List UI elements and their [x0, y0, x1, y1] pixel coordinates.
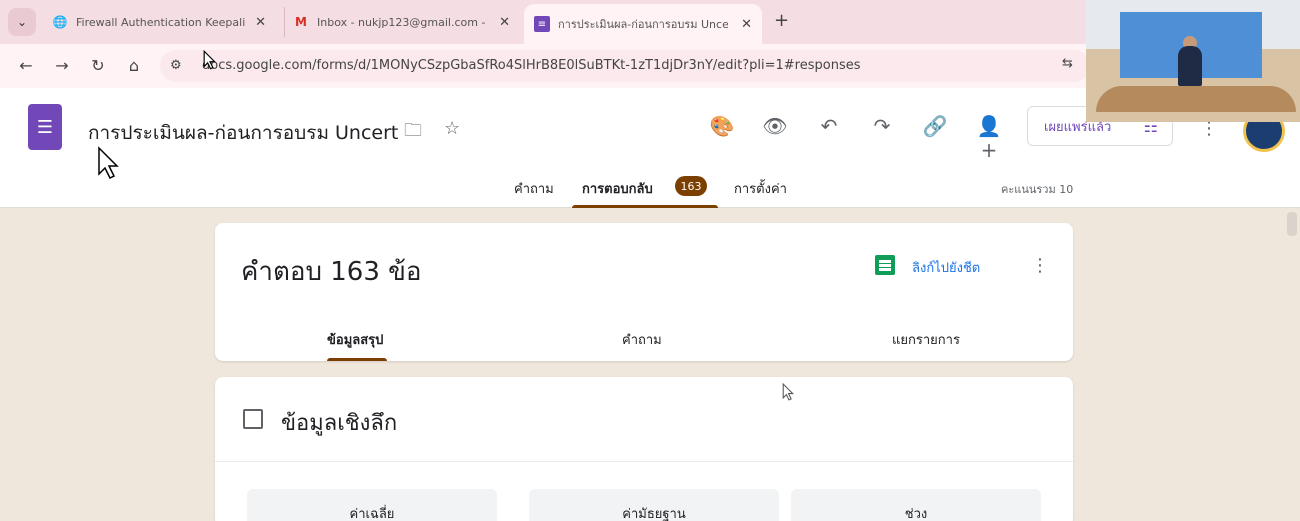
browser-tab-firewall[interactable]: 🌐 Firewall Authentication Keepali ✕ [44, 7, 276, 37]
tab-responses[interactable]: การตอบกลับ [582, 178, 653, 199]
link-to-sheets-button[interactable]: ลิงก์ไปยังชีต [912, 257, 980, 278]
add-collaborator-icon[interactable]: 👤+ [975, 114, 1003, 162]
translate-icon[interactable]: ⇆ [1062, 56, 1073, 71]
back-icon[interactable]: ← [16, 56, 36, 75]
responses-card: คำตอบ 163 ข้อ ลิงก์ไปยังชีต ⋮ ข้อมูลสรุป… [215, 223, 1073, 361]
address-bar[interactable]: ⚙ docs.google.com/forms/d/1MONyCSzpGbaSf… [160, 50, 1090, 82]
close-tab-icon[interactable]: ✕ [255, 15, 266, 30]
more-options-icon[interactable]: ⋮ [1031, 255, 1049, 276]
tab-title: Firewall Authentication Keepali [76, 15, 246, 29]
insights-card: ข้อมูลเชิงลึก ค่าเฉลี่ย ค่ามัธยฐาน ช่วง [215, 377, 1073, 521]
insights-chart-icon [243, 409, 263, 429]
browser-tab-inbox[interactable]: M Inbox - nukjp123@gmail.com - ✕ [284, 7, 520, 37]
active-subtab-indicator [327, 358, 387, 361]
folder-icon[interactable]: 🗀 [404, 118, 422, 148]
star-icon[interactable]: ☆ [444, 118, 460, 139]
stat-average: ค่าเฉลี่ย [247, 489, 497, 521]
forms-logo-icon[interactable]: ☰ [28, 104, 62, 150]
video-call-overlay [1086, 0, 1300, 122]
total-points: คะแนนรวม 10 [1001, 183, 1074, 196]
globe-icon: 🌐 [52, 15, 68, 29]
preview-eye-icon[interactable]: 👁 [761, 114, 789, 138]
forward-icon[interactable]: → [52, 56, 72, 75]
close-tab-icon[interactable]: ✕ [741, 17, 752, 32]
palette-icon[interactable]: 🎨 [708, 114, 736, 138]
tab-settings[interactable]: การตั้งค่า [734, 178, 787, 199]
form-title[interactable]: การประเมินผล-ก่อนการอบรม Uncerta [88, 118, 398, 148]
gmail-icon: M [295, 15, 307, 29]
insights-title: ข้อมูลเชิงลึก [281, 411, 398, 436]
url-text[interactable]: docs.google.com/forms/d/1MONyCSzpGbaSfRo… [202, 58, 861, 73]
active-tab-indicator [572, 205, 718, 208]
response-count-badge: 163 [675, 176, 707, 196]
sheets-icon[interactable] [875, 255, 895, 275]
browser-tab-forms[interactable]: ≡ การประเมินผล-ก่อนการอบรม Uncer ✕ [524, 4, 762, 44]
tab-questions[interactable]: คำถาม [514, 178, 554, 199]
tab-title: การประเมินผล-ก่อนการอบรม Uncer [558, 18, 728, 31]
conference-desk-image [1096, 86, 1296, 112]
link-icon[interactable]: 🔗 [921, 114, 949, 138]
subtab-individual[interactable]: แยกรายการ [892, 329, 960, 350]
close-tab-icon[interactable]: ✕ [499, 15, 510, 30]
responses-title: คำตอบ 163 ข้อ [241, 257, 422, 287]
presenter-image [1178, 46, 1202, 86]
site-settings-icon[interactable]: ⚙ [170, 58, 182, 73]
subtab-summary[interactable]: ข้อมูลสรุป [327, 329, 383, 350]
tab-search-button[interactable]: ⌄ [8, 8, 36, 36]
stat-median: ค่ามัธยฐาน [529, 489, 779, 521]
redo-icon[interactable]: ↷ [868, 114, 896, 138]
stat-range: ช่วง [791, 489, 1041, 521]
home-icon[interactable]: ⌂ [124, 56, 144, 75]
undo-icon[interactable]: ↶ [815, 114, 843, 138]
new-tab-button[interactable]: + [774, 10, 789, 31]
subtab-question[interactable]: คำถาม [622, 329, 662, 350]
divider [215, 461, 1073, 462]
forms-icon: ≡ [534, 16, 550, 32]
page-scrollbar[interactable] [1287, 212, 1297, 236]
tab-title: Inbox - nukjp123@gmail.com - [317, 15, 486, 29]
reload-icon[interactable]: ↻ [88, 56, 108, 75]
